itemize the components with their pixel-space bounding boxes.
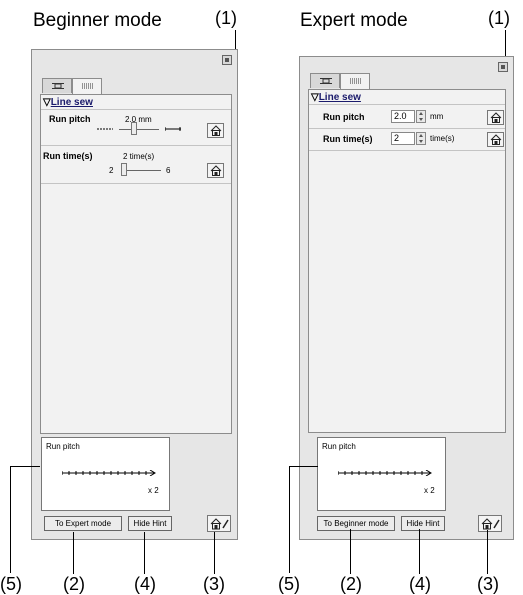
- property-tab-icon: [320, 78, 332, 84]
- run-times-slider-track[interactable]: [121, 170, 161, 171]
- stitch-tab-icon: [82, 83, 94, 89]
- pitch-default-button[interactable]: [487, 110, 504, 125]
- short-stitch-icon: [97, 128, 113, 130]
- expert-panel: ▽Line sew Run pitch 2.0 mm Run time(s) 2…: [299, 56, 514, 540]
- callout-5-left: (5): [0, 574, 22, 594]
- callout-2-left: (2): [63, 574, 85, 594]
- settings-area: ▽Line sew Run pitch 2.0 mm Run time(s) 2…: [308, 89, 506, 433]
- run-times-label: Run time(s): [43, 151, 93, 161]
- run-pitch-unit: mm: [430, 112, 444, 121]
- run-pitch-value: 2.0 mm: [125, 115, 152, 124]
- callout-5-leader-left-h: [10, 466, 40, 467]
- beginner-mode-caption: Beginner mode: [33, 10, 162, 31]
- divider: [41, 183, 231, 184]
- callout-5-right: (5): [278, 574, 300, 594]
- run-times-max: 6: [166, 166, 171, 175]
- divider: [309, 104, 505, 105]
- hint-title: Run pitch: [46, 442, 80, 451]
- callout-3-left: (3): [203, 574, 225, 594]
- house-settings-icon: [481, 518, 500, 530]
- expert-mode-caption: Expert mode: [300, 10, 408, 31]
- section-title: Line sew: [50, 97, 93, 108]
- callout-3-leader-right: [487, 530, 488, 574]
- callout-4-left: (4): [134, 574, 156, 594]
- close-icon[interactable]: [222, 55, 232, 65]
- run-times-unit: time(s): [430, 134, 455, 143]
- callout-3-leader-left: [214, 532, 215, 574]
- divider: [41, 145, 231, 146]
- stitch-diagram: [338, 470, 432, 476]
- run-pitch-label: Run pitch: [323, 112, 365, 122]
- hide-hint-button[interactable]: Hide Hint: [128, 516, 172, 531]
- reset-all-button[interactable]: [478, 515, 502, 532]
- callout-5-leader-left: [10, 466, 11, 573]
- to-beginner-mode-button[interactable]: To Beginner mode: [317, 516, 395, 531]
- tab-properties[interactable]: [42, 78, 72, 93]
- long-stitch-icon: [165, 127, 181, 131]
- run-pitch-spinner[interactable]: [416, 110, 426, 123]
- run-times-min: 2: [109, 166, 114, 175]
- reset-all-button[interactable]: [207, 515, 231, 532]
- callout-4-right: (4): [409, 574, 431, 594]
- callout-5-leader-right-h: [289, 466, 318, 467]
- callout-4-leader-left: [144, 532, 145, 574]
- collapse-triangle-icon: ▽: [311, 92, 319, 103]
- hide-hint-button[interactable]: Hide Hint: [401, 516, 445, 531]
- pitch-default-button[interactable]: [207, 123, 224, 138]
- house-icon: [490, 134, 502, 145]
- tab-sew-settings[interactable]: [340, 73, 370, 89]
- to-expert-mode-button[interactable]: To Expert mode: [44, 516, 122, 531]
- beginner-panel: ▽Line sew Run pitch 2.0 mm Run time(s) 2…: [31, 49, 238, 540]
- times-default-button[interactable]: [487, 132, 504, 147]
- callout-1-right: (1): [488, 8, 510, 28]
- run-pitch-input[interactable]: 2.0: [391, 110, 415, 123]
- hint-multiplier: x 2: [148, 486, 159, 495]
- run-pitch-label: Run pitch: [49, 114, 91, 124]
- collapse-triangle-icon: ▽: [43, 97, 51, 108]
- run-times-input[interactable]: 2: [391, 132, 415, 145]
- callout-2-leader-left: [73, 532, 74, 574]
- hint-title: Run pitch: [322, 442, 356, 451]
- section-header-line-sew[interactable]: ▽Line sew: [311, 92, 361, 103]
- close-icon[interactable]: [498, 62, 508, 72]
- house-icon: [210, 165, 222, 176]
- times-default-button[interactable]: [207, 163, 224, 178]
- callout-2-right: (2): [340, 574, 362, 594]
- stitch-diagram: [62, 470, 156, 476]
- house-settings-icon: [210, 518, 229, 530]
- run-times-value: 2 time(s): [123, 152, 155, 161]
- run-times-spinner[interactable]: [416, 132, 426, 145]
- divider: [41, 109, 231, 110]
- stitch-tab-icon: [350, 78, 362, 84]
- callout-2-leader-right: [350, 529, 351, 574]
- callout-4-leader-right: [419, 529, 420, 574]
- hint-multiplier: x 2: [424, 486, 435, 495]
- run-pitch-slider-track[interactable]: [119, 129, 159, 130]
- property-tab-icon: [52, 83, 64, 89]
- hint-box: Run pitch x 2: [41, 437, 170, 511]
- run-pitch-slider-thumb[interactable]: [131, 122, 137, 135]
- divider: [309, 128, 505, 129]
- section-title: Line sew: [318, 92, 361, 103]
- section-header-line-sew[interactable]: ▽Line sew: [43, 97, 93, 108]
- house-icon: [210, 125, 222, 136]
- tab-sew-settings[interactable]: [72, 78, 102, 94]
- settings-area: ▽Line sew Run pitch 2.0 mm Run time(s) 2…: [40, 94, 232, 434]
- run-times-slider-thumb[interactable]: [121, 163, 127, 176]
- tab-properties[interactable]: [310, 73, 340, 88]
- callout-1-left: (1): [215, 8, 237, 28]
- divider: [309, 150, 505, 151]
- callout-3-right: (3): [477, 574, 499, 594]
- hint-box: Run pitch x 2: [317, 437, 446, 511]
- callout-5-leader-right: [289, 466, 290, 573]
- run-times-label: Run time(s): [323, 134, 373, 144]
- house-icon: [490, 112, 502, 123]
